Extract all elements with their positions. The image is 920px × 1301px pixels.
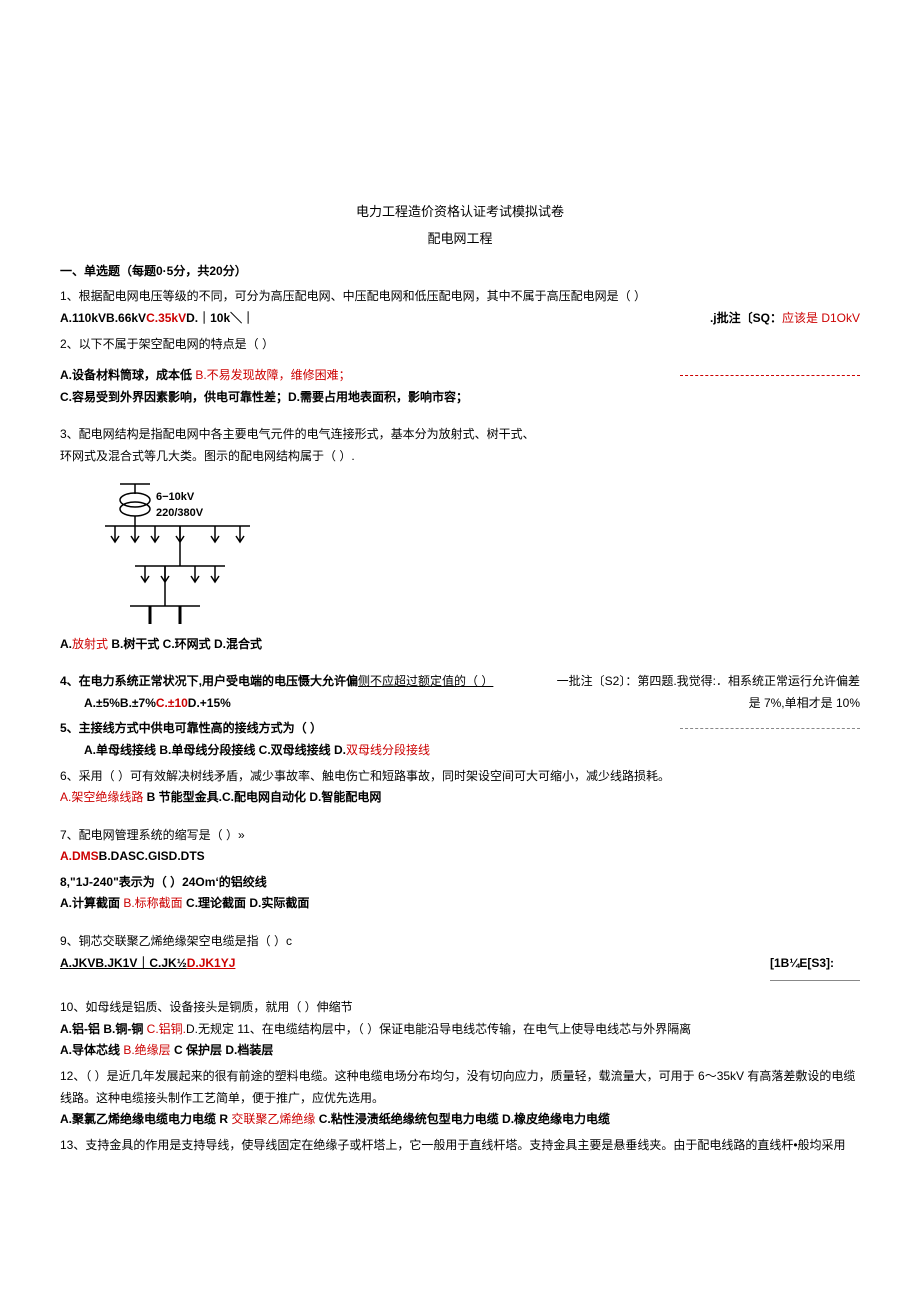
q4-annotation-2: 是 7%,单相才是 10% bbox=[749, 693, 860, 715]
q7-stem: 7、配电网管理系统的缩写是（ ）» bbox=[60, 825, 860, 847]
q7-opt-a: A.DMS bbox=[60, 849, 99, 863]
question-10: 10、如母线是铝质、设备接头是铜质，就用（ ）伸缩节 A.铝-铝 B.铜-铜 C… bbox=[60, 997, 860, 1062]
q12-stem: 12、（ ）是近几年发展起来的很有前途的塑料电缆。这种电缆电场分布均匀，没有切向… bbox=[60, 1066, 860, 1109]
diagram-label-1: 6−10kV bbox=[156, 491, 195, 503]
q7-opts-rest: B.DASC.GISD.DTS bbox=[99, 849, 205, 863]
q3-diagram: 6−10kV 220/380V bbox=[100, 476, 860, 626]
question-6: 6、采用（ ）可有效解决树线矛盾，减少事故率、触电伤亡和短路事故，同时架设空间可… bbox=[60, 766, 860, 809]
q8-options: A.计算截面 B.标称截面 C.理论截面 D.实际截面 bbox=[60, 893, 860, 915]
q3-stem-2: 环网式及混合式等几大类。图示的配电网结构属于（ ）. bbox=[60, 446, 860, 468]
q10-options: A.铝-铝 B.铜-铜 C.铝铜.D.无规定 11、在电缆结构层中，（ ）保证电… bbox=[60, 1019, 860, 1041]
doc-subtitle: 配电网工程 bbox=[60, 227, 860, 250]
q1-options: A.110kVB.66kVC.35kVD.｜10k＼｜ bbox=[60, 308, 254, 330]
annotation-thin-line bbox=[680, 728, 860, 729]
q1-opts-ab: A.110kVB.66kV bbox=[60, 311, 146, 325]
question-7: 7、配电网管理系统的缩写是（ ）» A.DMSB.DASC.GISD.DTS bbox=[60, 825, 860, 868]
q12-options: A.聚氯乙烯绝缘电缆电力电缆 R 交联聚乙烯绝缘 C.粘性浸渍纸绝缘统包型电力电… bbox=[60, 1109, 860, 1131]
q4-stem: 4、在电力系统正常状况下,用户受电端的电压慑大允许偏侧不应超过额定值的（ ） bbox=[60, 671, 493, 693]
question-2: 2、以下不属于架空配电网的特点是（ ） A.设备材料筒球，成本低 B.不易发现故… bbox=[60, 334, 860, 409]
q1-annotation: .j批注〔SQ：应该是 D1OkV bbox=[710, 308, 860, 330]
q3-opts-rest: B.树干式 C.环网式 D.混合式 bbox=[108, 637, 262, 651]
q4-opt-d: D.+15% bbox=[188, 696, 231, 710]
q3-opt-a: 放射式 bbox=[72, 637, 108, 651]
question-12: 12、（ ）是近几年发展起来的很有前途的塑料电缆。这种电缆电场分布均匀，没有切向… bbox=[60, 1066, 860, 1131]
q8-opts-rest: C.理论截面 D.实际截面 bbox=[183, 896, 310, 910]
q4-stem-pre: 4、在电力系统正常状况下,用户受电端的电压慑大允许偏 bbox=[60, 674, 358, 688]
q11-opt-b: B.绝缘层 bbox=[123, 1043, 170, 1057]
question-9: 9、铜芯交联聚乙烯绝缘架空电缆是指（ ）c A.JKVB.JK1V｜C.JK½D… bbox=[60, 931, 860, 981]
q12-opt-b: 交联聚乙烯绝缘 bbox=[231, 1112, 315, 1126]
q3-opt-a-pre: A. bbox=[60, 637, 72, 651]
q4-stem-underline: 侧不应超过额定值的（ ） bbox=[358, 674, 493, 688]
annotation-dash-line bbox=[680, 375, 860, 376]
q4-opts-ab: A.±5%B.±7% bbox=[84, 696, 156, 710]
q6-stem: 6、采用（ ）可有效解决树线矛盾，减少事故率、触电伤亡和短路事故，同时架设空间可… bbox=[60, 766, 860, 788]
q2-stem: 2、以下不属于架空配电网的特点是（ ） bbox=[60, 334, 860, 356]
q6-opts-rest: B 节能型金具.C.配电网自动化 D.智能配电网 bbox=[143, 790, 381, 804]
q11-options: A.导体芯线 B.绝缘层 C 保护层 D.档装层 bbox=[60, 1040, 860, 1062]
question-5: 5、主接线方式中供电可靠性高的接线方式为（ ） A.单母线接线 B.单母线分段接… bbox=[60, 718, 860, 761]
q10-opt-c: C.铝铜. bbox=[147, 1022, 186, 1036]
q2-opt-b: B.不易发现故障，维修困难； bbox=[195, 368, 350, 382]
q3-options: A.放射式 B.树干式 C.环网式 D.混合式 bbox=[60, 634, 860, 656]
q12-opts-rest: C.粘性浸渍纸绝缘统包型电力电缆 D.橡皮绝缘电力电缆 bbox=[315, 1112, 610, 1126]
q2-opt-d: D.需要占用地表面积，影响市容； bbox=[288, 390, 468, 404]
question-4: 4、在电力系统正常状况下,用户受电端的电压慑大允许偏侧不应超过额定值的（ ） 一… bbox=[60, 671, 860, 714]
q9-annotation: [1B¼E[S3]: bbox=[770, 953, 860, 982]
q4-annotation-1: 一批注〔S2〕：第四题.我觉得:．相系统正常运行允许偏差 bbox=[557, 671, 860, 693]
q5-opts-abc: A.单母线接线 B.单母线分段接线 C.双母线接线 D. bbox=[84, 743, 346, 757]
question-3: 3、配电网结构是指配电网中各主要电气元件的电气连接形式，基本分为放射式、树干式、… bbox=[60, 424, 860, 655]
q5-opt-d: 双母线分段接线 bbox=[346, 743, 430, 757]
q9-options: A.JKVB.JK1V｜C.JK½D.JK1YJ bbox=[60, 953, 235, 975]
q4-options: A.±5%B.±7%C.±10D.+15% bbox=[84, 693, 231, 715]
q9-opt-d: D.JK1YJ bbox=[187, 956, 236, 970]
doc-title: 电力工程造价资格认证考试模拟试卷 bbox=[60, 200, 860, 223]
q11-opts-rest: C 保护层 D.档装层 bbox=[171, 1043, 274, 1057]
q11-opt-a: A.导体芯线 bbox=[60, 1043, 123, 1057]
q3-stem-1: 3、配电网结构是指配电网中各主要电气元件的电气连接形式，基本分为放射式、树干式、 bbox=[60, 424, 860, 446]
q1-opt-c: C.35kV bbox=[146, 311, 186, 325]
q8-stem: 8,"1J-240"表示为（ ）24Om‘的铝绞线 bbox=[60, 872, 860, 894]
q12-opt-a: A.聚氯乙烯绝缘电缆电力电缆 R bbox=[60, 1112, 231, 1126]
q7-options: A.DMSB.DASC.GISD.DTS bbox=[60, 846, 860, 868]
q1-annot-label: .j批注〔SQ： bbox=[710, 311, 782, 325]
q5-stem: 5、主接线方式中供电可靠性高的接线方式为（ ） bbox=[60, 718, 322, 740]
q8-opt-b: B.标称截面 bbox=[123, 896, 182, 910]
q13-stem: 13、支持金具的作用是支持导线，使导线固定在绝缘子或杆塔上，它一般用于直线杆塔。… bbox=[60, 1135, 860, 1157]
q1-opt-d: D.｜10k＼｜ bbox=[186, 311, 254, 325]
q4-opt-c: C.±10 bbox=[156, 696, 188, 710]
q1-annot-text: 应该是 D1OkV bbox=[782, 311, 860, 325]
q2-opt-a: A.设备材料筒球，成本低 bbox=[60, 368, 195, 382]
question-8: 8,"1J-240"表示为（ ）24Om‘的铝绞线 A.计算截面 B.标称截面 … bbox=[60, 872, 860, 915]
q6-opt-a: A.架空绝缘线路 bbox=[60, 790, 143, 804]
q10-rest: D.无规定 11、在电缆结构层中，（ ）保证电能沿导电线芯传输，在电气上使导电线… bbox=[186, 1022, 691, 1036]
q2-opt-c: C.容易受到外界因素影响，供电可靠性差； bbox=[60, 390, 288, 404]
q10-stem: 10、如母线是铝质、设备接头是铜质，就用（ ）伸缩节 bbox=[60, 997, 860, 1019]
diagram-label-2: 220/380V bbox=[156, 507, 204, 519]
question-1: 1、根据配电网电压等级的不同，可分为高压配电网、中压配电网和低压配电网，其中不属… bbox=[60, 286, 860, 329]
q8-opt-a: A.计算截面 bbox=[60, 896, 123, 910]
q9-opts-abc: A.JKVB.JK1V｜C.JK½ bbox=[60, 956, 187, 970]
q9-stem: 9、铜芯交联聚乙烯绝缘架空电缆是指（ ）c bbox=[60, 931, 860, 953]
q6-options: A.架空绝缘线路 B 节能型金具.C.配电网自动化 D.智能配电网 bbox=[60, 787, 860, 809]
q9-annot-label: [1B¼E[S3]: bbox=[770, 956, 834, 970]
q9-annot-line bbox=[770, 980, 860, 981]
q10-opts-ab: A.铝-铝 B.铜-铜 bbox=[60, 1022, 147, 1036]
q2-line2: C.容易受到外界因素影响，供电可靠性差；D.需要占用地表面积，影响市容； bbox=[60, 387, 860, 409]
q2-line1: A.设备材料筒球，成本低 B.不易发现故障，维修困难； bbox=[60, 365, 351, 387]
section-1-heading: 一、单选题（每题0·5分，共20分） bbox=[60, 261, 860, 283]
q1-stem: 1、根据配电网电压等级的不同，可分为高压配电网、中压配电网和低压配电网，其中不属… bbox=[60, 286, 860, 308]
q5-options: A.单母线接线 B.单母线分段接线 C.双母线接线 D.双母线分段接线 bbox=[84, 740, 860, 762]
question-13: 13、支持金具的作用是支持导线，使导线固定在绝缘子或杆塔上，它一般用于直线杆塔。… bbox=[60, 1135, 860, 1157]
